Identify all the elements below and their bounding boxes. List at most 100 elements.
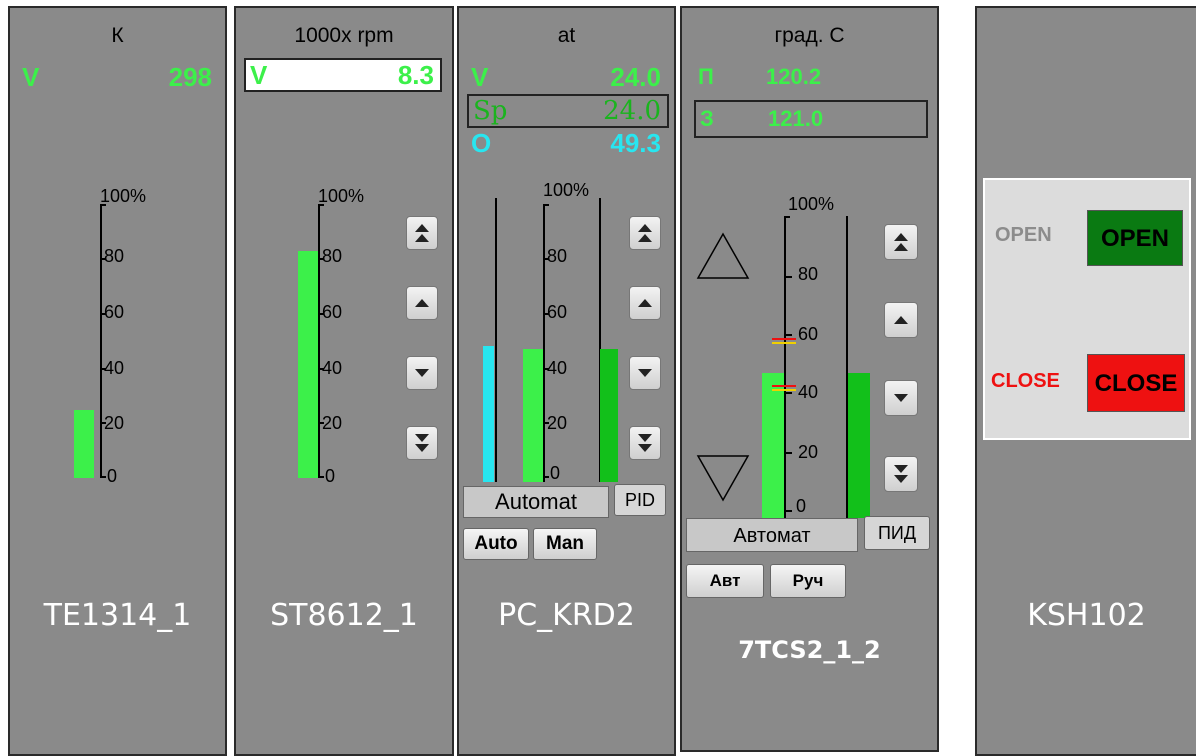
mode-display: Автомат — [686, 518, 858, 552]
fast-down-button[interactable] — [406, 426, 438, 460]
scale-top-label: 100% — [100, 186, 147, 206]
bar-scale: 100% 80 60 40 20 0 — [459, 8, 624, 488]
scale-tick — [543, 476, 549, 478]
close-button[interactable]: CLOSE — [1087, 354, 1185, 412]
mode-display: Automat — [463, 486, 609, 518]
scale-tick-label: 20 — [547, 413, 568, 433]
scale-axis — [543, 204, 545, 482]
scale-tick-label: 20 — [322, 413, 343, 433]
setpoint-bar — [600, 348, 618, 482]
fast-down-icon — [638, 434, 652, 452]
pid-button[interactable]: PID — [614, 484, 666, 516]
open-button[interactable]: OPEN — [1087, 210, 1183, 266]
scale-tick — [543, 204, 549, 206]
fast-up-icon — [894, 233, 908, 251]
output-bar-axis — [495, 198, 497, 482]
step-up-icon — [415, 299, 429, 307]
scale-tick-label: 60 — [104, 302, 125, 322]
fast-down-icon — [894, 465, 908, 483]
open-status-label: OPEN — [995, 224, 1052, 246]
tag-label: TE1314_1 — [43, 598, 192, 633]
value-bar — [762, 373, 784, 518]
tag-label: ST8612_1 — [270, 598, 418, 633]
scale-tick-label: 80 — [547, 246, 568, 266]
scale-tick-label: 0 — [325, 466, 336, 486]
pid-button[interactable]: ПИД — [864, 516, 930, 550]
step-up-button[interactable] — [884, 302, 918, 338]
manual-button[interactable]: Руч — [770, 564, 846, 598]
fast-up-icon — [638, 224, 652, 242]
alarm-low-marker — [772, 385, 796, 387]
step-down-button[interactable] — [884, 380, 918, 416]
alarm-high-marker — [772, 338, 796, 340]
scale-tick — [786, 392, 792, 394]
scale-tick — [786, 510, 792, 512]
tag-label: 7TCS2_1_2 — [738, 636, 881, 664]
fast-up-button[interactable] — [629, 216, 661, 250]
fast-down-icon — [415, 434, 429, 452]
scale-tick-label: 80 — [104, 246, 125, 266]
scale-tick-label: 60 — [798, 324, 819, 344]
step-up-button[interactable] — [629, 286, 661, 320]
output-bar — [483, 345, 494, 482]
scale-tick — [100, 476, 106, 478]
scale-axis — [784, 216, 786, 518]
panel-pc-krd2: at V 24.0 Sp 24.0 O 49.3 100% 80 60 40 2… — [457, 6, 676, 756]
setpoint-bar — [848, 373, 870, 518]
alarm-high-marker — [772, 342, 796, 344]
tag-label: KSH102 — [1027, 598, 1146, 633]
auto-button[interactable]: Авт — [686, 564, 764, 598]
value-bar — [74, 409, 94, 478]
scale-tick — [786, 276, 792, 278]
panel-st8612: 1000x rpm V 8.3 100% 80 60 40 20 0 ST861… — [234, 6, 454, 756]
manual-button[interactable]: Man — [533, 528, 597, 560]
step-down-button[interactable] — [629, 356, 661, 390]
scale-tick-label: 40 — [104, 358, 125, 378]
scale-tick-label: 0 — [107, 466, 118, 486]
fast-up-icon — [415, 224, 429, 242]
scale-tick — [786, 452, 792, 454]
step-up-icon — [894, 316, 908, 324]
valve-control-box: OPEN OPEN CLOSE CLOSE — [983, 178, 1191, 440]
fast-up-button[interactable] — [884, 224, 918, 260]
step-down-icon — [415, 369, 429, 377]
value-readout: 8.3 — [397, 60, 434, 90]
alarm-low-marker — [772, 389, 796, 391]
scale-tick-label: 60 — [547, 302, 568, 322]
panel-te1314: К V 298 100% 80 60 40 20 0 TE1314_1 — [8, 6, 227, 756]
step-down-icon — [894, 394, 908, 402]
fast-down-button[interactable] — [884, 456, 918, 492]
step-down-button[interactable] — [406, 356, 438, 390]
scale-top-label: 100% — [318, 186, 365, 206]
scale-tick — [784, 216, 790, 218]
bar-scale: 100% 80 60 40 20 0 — [682, 8, 872, 518]
fast-down-button[interactable] — [629, 426, 661, 460]
close-status-label: CLOSE — [991, 370, 1060, 392]
fast-up-button[interactable] — [406, 216, 438, 250]
step-up-icon — [638, 299, 652, 307]
scale-top-label: 100% — [543, 180, 590, 200]
scale-tick-label: 80 — [798, 264, 819, 284]
scale-tick-label: 40 — [322, 358, 343, 378]
scale-tick-label: 40 — [547, 358, 568, 378]
scale-tick-label: 0 — [550, 463, 561, 483]
step-up-button[interactable] — [406, 286, 438, 320]
scale-tick-label: 0 — [796, 496, 807, 516]
scale-tick-label: 80 — [322, 246, 343, 266]
step-down-icon — [638, 369, 652, 377]
scale-tick-label: 20 — [798, 442, 819, 462]
scale-tick — [318, 476, 324, 478]
bar-scale: 100% 80 60 40 20 0 — [236, 8, 396, 508]
auto-button[interactable]: Auto — [463, 528, 529, 560]
scale-tick-label: 20 — [104, 413, 125, 433]
panel-ksh102: OPEN OPEN CLOSE CLOSE KSH102 — [975, 6, 1196, 756]
scale-tick-label: 60 — [322, 302, 343, 322]
bar-scale: 100% 80 60 40 20 0 — [10, 8, 229, 508]
tag-label: PC_KRD2 — [498, 598, 635, 633]
scale-tick — [786, 334, 792, 336]
scale-axis — [318, 204, 320, 478]
panel-7tcs2: град. С П 120.2 З 121.0 100% 80 60 40 20… — [680, 6, 939, 752]
value-bar — [298, 250, 318, 478]
scale-tick-label: 40 — [798, 382, 819, 402]
scale-axis — [100, 204, 102, 478]
